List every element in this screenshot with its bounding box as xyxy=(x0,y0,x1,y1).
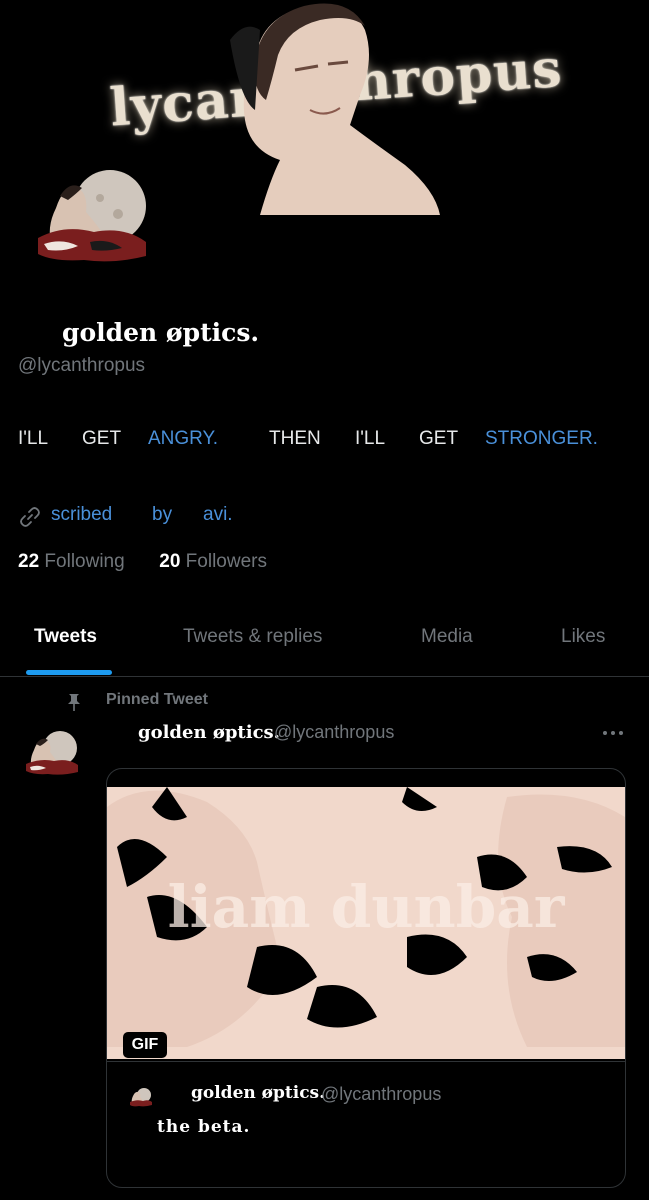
bio-word: GET xyxy=(82,428,122,449)
pinned-tweet-label: Pinned Tweet xyxy=(106,691,208,708)
tweet-media-card[interactable]: liam dunbar GIF golden øptics. @lycanthr… xyxy=(106,768,626,1188)
profile-display-name: golden øptics. xyxy=(62,318,260,347)
follow-stats: 22 Following 20 Followers xyxy=(18,551,267,573)
tweet-author-avatar[interactable] xyxy=(24,730,80,776)
followers-link[interactable]: 20 Followers xyxy=(159,551,267,572)
gif-media[interactable]: liam dunbar GIF xyxy=(107,787,625,1059)
gif-artwork: liam dunbar xyxy=(107,787,625,1059)
following-label: Following xyxy=(44,551,125,572)
quoted-author-name: golden øptics. xyxy=(191,1083,326,1103)
bio-word: ANGRY. xyxy=(148,428,219,449)
quoted-author-handle: @lycanthropus xyxy=(321,1084,442,1104)
more-options-icon[interactable] xyxy=(602,728,624,738)
following-count: 22 xyxy=(18,551,40,572)
tab-tweets[interactable]: Tweets xyxy=(34,626,97,648)
link-word[interactable]: avi. xyxy=(203,504,233,526)
bio-word: I'LL xyxy=(18,428,49,449)
bio-word: THEN xyxy=(269,428,321,449)
profile-avatar[interactable] xyxy=(34,168,152,268)
gif-overlay-text: liam dunbar xyxy=(168,873,566,941)
pin-icon xyxy=(68,694,80,711)
tabs-divider xyxy=(0,676,649,677)
profile-handle: @lycanthropus xyxy=(18,355,146,376)
link-word[interactable]: by xyxy=(152,504,172,526)
following-link[interactable]: 22 Following xyxy=(18,551,130,572)
bio-word: STRONGER. xyxy=(485,428,598,449)
bio-word: GET xyxy=(419,428,459,449)
tweet-author-handle[interactable]: @lycanthropus xyxy=(274,722,394,743)
quoted-tweet-text: the beta. xyxy=(157,1117,251,1137)
tweet-author-name[interactable]: golden øptics. xyxy=(138,722,280,743)
followers-label: Followers xyxy=(185,551,267,572)
bio-word: I'LL xyxy=(355,428,386,449)
banner-portrait-image xyxy=(230,3,440,215)
tab-tweets-and-replies[interactable]: Tweets & replies xyxy=(183,626,322,648)
link-word[interactable]: scribed xyxy=(51,504,112,526)
active-tab-indicator xyxy=(26,670,112,675)
tab-media[interactable]: Media xyxy=(421,626,473,648)
followers-count: 20 xyxy=(159,551,181,572)
link-icon xyxy=(20,507,40,527)
card-divider xyxy=(107,1061,625,1062)
tab-likes[interactable]: Likes xyxy=(561,626,605,648)
gif-badge: GIF xyxy=(123,1032,167,1058)
quoted-author-avatar xyxy=(130,1088,152,1107)
